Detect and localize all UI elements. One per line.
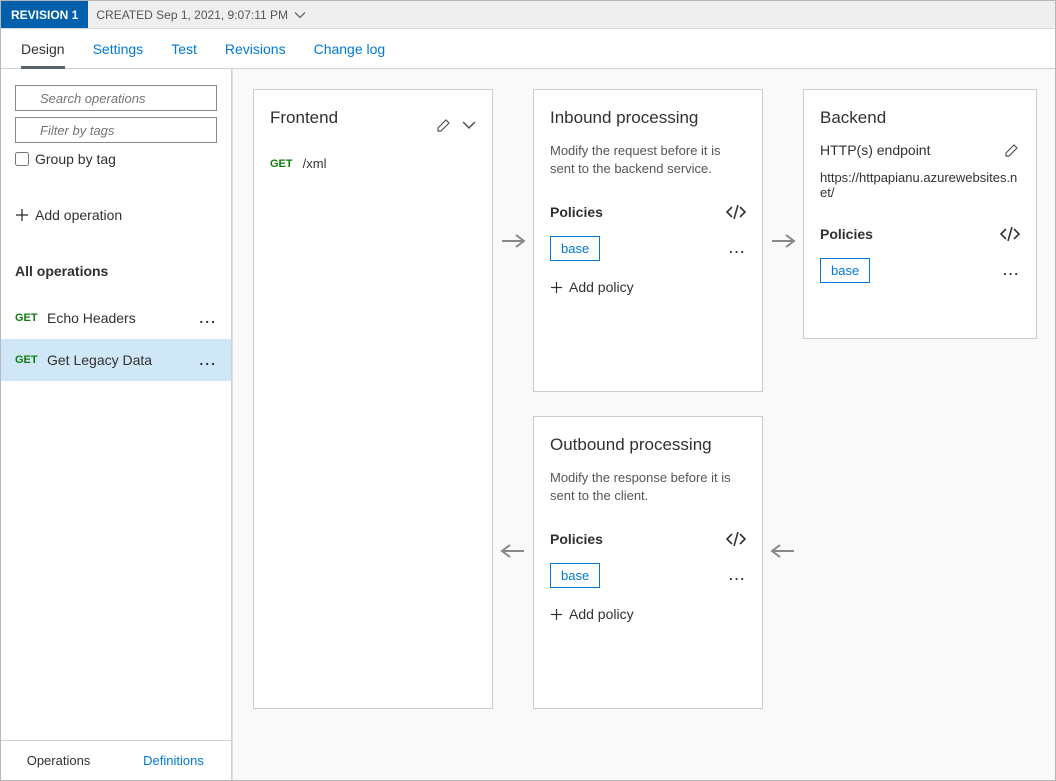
sidebar-bottom-tabs: Operations Definitions	[1, 740, 231, 780]
add-policy-label: Add policy	[569, 279, 634, 295]
add-policy-button[interactable]: Add policy	[550, 279, 746, 295]
outbound-panel: Outbound processing Modify the response …	[533, 416, 763, 709]
tab-changelog[interactable]: Change log	[300, 29, 400, 68]
filter-input[interactable]	[15, 117, 217, 143]
plus-icon	[550, 608, 563, 621]
revision-created-label: CREATED Sep 1, 2021, 9:07:11 PM	[96, 8, 288, 22]
more-icon[interactable]: ...	[729, 241, 746, 256]
base-policy-pill[interactable]: base	[550, 563, 600, 588]
search-input[interactable]	[15, 85, 217, 111]
operation-method: GET	[15, 354, 47, 366]
all-operations-header[interactable]: All operations	[15, 263, 217, 279]
group-by-tag-checkbox[interactable]	[15, 152, 29, 166]
edit-icon[interactable]	[1004, 142, 1020, 158]
outbound-title: Outbound processing	[550, 435, 746, 455]
more-icon[interactable]: ...	[729, 568, 746, 583]
group-by-tag[interactable]: Group by tag	[15, 151, 217, 167]
tab-design[interactable]: Design	[7, 29, 79, 68]
backend-panel: Backend HTTP(s) endpoint https://httpapi…	[803, 89, 1037, 339]
add-operation-label: Add operation	[35, 207, 122, 223]
canvas: Frontend GET /xml	[232, 69, 1055, 780]
revision-badge: REVISION 1	[1, 1, 88, 28]
frontend-panel: Frontend GET /xml	[253, 89, 493, 709]
sidebar: Group by tag Add operation All operation…	[1, 69, 232, 780]
frontend-method: GET	[270, 158, 293, 170]
backend-policies-label: Policies	[820, 226, 873, 242]
edit-icon[interactable]	[436, 117, 452, 133]
inbound-description: Modify the request before it is sent to …	[550, 142, 746, 178]
tab-revisions[interactable]: Revisions	[211, 29, 300, 68]
plus-icon	[550, 281, 563, 294]
sidebar-tab-definitions[interactable]: Definitions	[116, 741, 231, 780]
more-icon[interactable]: ...	[195, 352, 221, 368]
code-icon[interactable]	[726, 205, 746, 219]
backend-endpoint-label: HTTP(s) endpoint	[820, 142, 930, 158]
operation-item[interactable]: GET Get Legacy Data ...	[1, 339, 231, 381]
tab-settings[interactable]: Settings	[79, 29, 158, 68]
add-operation-button[interactable]: Add operation	[15, 207, 217, 223]
outbound-description: Modify the response before it is sent to…	[550, 469, 746, 505]
backend-endpoint-url: https://httpapianu.azurewebsites.net/	[820, 170, 1020, 200]
base-policy-pill[interactable]: base	[550, 236, 600, 261]
operation-name: Get Legacy Data	[47, 352, 195, 368]
frontend-path: /xml	[303, 156, 327, 171]
revision-created[interactable]: CREATED Sep 1, 2021, 9:07:11 PM	[88, 1, 306, 28]
tabs: Design Settings Test Revisions Change lo…	[1, 29, 1055, 69]
sidebar-tab-operations[interactable]: Operations	[1, 741, 116, 780]
chevron-down-icon[interactable]	[462, 118, 476, 132]
operations-list: GET Echo Headers ... GET Get Legacy Data…	[1, 297, 231, 381]
arrow-left-icon	[763, 392, 803, 709]
chevron-down-icon[interactable]	[294, 9, 306, 21]
inbound-title: Inbound processing	[550, 108, 746, 128]
more-icon[interactable]: ...	[195, 310, 221, 326]
operation-method: GET	[15, 312, 47, 324]
base-policy-pill[interactable]: base	[820, 258, 870, 283]
more-icon[interactable]: ...	[1003, 263, 1020, 278]
inbound-panel: Inbound processing Modify the request be…	[533, 89, 763, 392]
arrow-right-icon	[763, 89, 803, 392]
frontend-title: Frontend	[270, 108, 338, 128]
tab-test[interactable]: Test	[157, 29, 211, 68]
plus-icon	[15, 208, 29, 222]
arrow-right-icon	[493, 89, 533, 392]
add-policy-button[interactable]: Add policy	[550, 606, 746, 622]
arrow-left-icon	[493, 392, 533, 709]
operation-item[interactable]: GET Echo Headers ...	[1, 297, 231, 339]
add-policy-label: Add policy	[569, 606, 634, 622]
revision-bar: REVISION 1 CREATED Sep 1, 2021, 9:07:11 …	[1, 1, 1055, 29]
inbound-policies-label: Policies	[550, 204, 603, 220]
group-by-tag-label: Group by tag	[35, 151, 116, 167]
backend-title: Backend	[820, 108, 1020, 128]
operation-name: Echo Headers	[47, 310, 195, 326]
code-icon[interactable]	[1000, 227, 1020, 241]
code-icon[interactable]	[726, 532, 746, 546]
outbound-policies-label: Policies	[550, 531, 603, 547]
